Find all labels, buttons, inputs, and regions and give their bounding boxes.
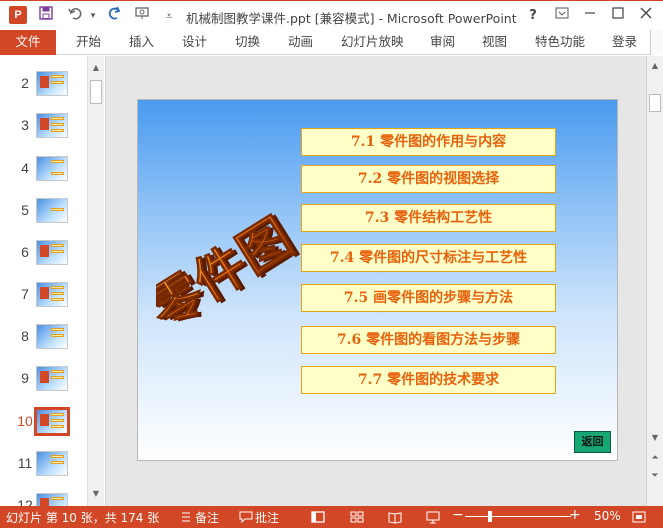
help-icon[interactable]: ? bbox=[521, 5, 545, 27]
notes-icon[interactable] bbox=[180, 510, 194, 524]
save-icon[interactable] bbox=[35, 5, 57, 27]
thumbnail-item[interactable]: 5 bbox=[0, 196, 88, 238]
chapter-link-7-7[interactable]: 7.7 零件图的技术要求 bbox=[301, 366, 556, 394]
zoom-slider-track[interactable] bbox=[465, 516, 571, 517]
ribbon-overflow[interactable] bbox=[650, 30, 663, 55]
slide-thumbnail[interactable] bbox=[36, 71, 68, 96]
thumbnail-scrollbar[interactable]: ▲ ▼ bbox=[87, 56, 104, 506]
thumbnail-number: 12 bbox=[17, 497, 33, 506]
thumbnail-item[interactable]: 2 bbox=[0, 69, 88, 111]
thumbnail-number: 3 bbox=[21, 117, 29, 133]
thumbnail-item[interactable]: 12 bbox=[0, 491, 88, 506]
scroll-up-icon[interactable]: ▲ bbox=[88, 60, 104, 76]
fit-to-window-icon[interactable] bbox=[632, 510, 646, 524]
redo-icon[interactable] bbox=[104, 5, 126, 27]
slide-thumbnail[interactable] bbox=[36, 451, 68, 476]
comments-button[interactable]: 批注 bbox=[255, 509, 279, 526]
close-icon[interactable] bbox=[634, 5, 658, 27]
scroll-up-icon[interactable]: ▲ bbox=[647, 58, 663, 74]
tab-transitions[interactable]: 切换 bbox=[235, 30, 260, 55]
slide-canvas[interactable]: 零件图 零件图 7.1 零件图的作用与内容 7.2 零件图的视图选择 7.3 零… bbox=[137, 99, 618, 461]
slide-sorter-icon[interactable] bbox=[350, 510, 364, 524]
tab-review[interactable]: 审阅 bbox=[430, 30, 455, 55]
slide-thumbnail[interactable] bbox=[36, 366, 68, 391]
slide-thumbnail[interactable] bbox=[36, 113, 68, 138]
chapter-link-7-5[interactable]: 7.5 画零件图的步骤与方法 bbox=[301, 284, 556, 312]
slide-editing-area: 零件图 零件图 7.1 零件图的作用与内容 7.2 零件图的视图选择 7.3 零… bbox=[106, 56, 646, 506]
tab-file[interactable]: 文件 bbox=[0, 30, 56, 55]
thumbnail-pane: 2 3 4 5 6 7 8 9 10 11 12 ▲ ▼ bbox=[0, 56, 106, 506]
tab-home[interactable]: 开始 bbox=[76, 30, 101, 55]
powerpoint-icon[interactable]: P bbox=[9, 6, 27, 24]
thumbnail-number: 10 bbox=[17, 413, 33, 429]
zoom-level[interactable]: 50% bbox=[594, 509, 621, 523]
thumbnail-number: 2 bbox=[21, 75, 29, 91]
slide-thumbnail[interactable] bbox=[36, 493, 68, 506]
slide-scrollbar[interactable]: ▲ ▼ ⏶ ⏷ bbox=[646, 56, 663, 506]
window-title: 机械制图教学课件.ppt [兼容模式] - Microsoft PowerPoi… bbox=[186, 11, 517, 26]
chapter-link-7-2[interactable]: 7.2 零件图的视图选择 bbox=[301, 165, 556, 193]
thumbnail-item[interactable]: 11 bbox=[0, 449, 88, 491]
scroll-down-icon[interactable]: ▼ bbox=[88, 486, 104, 502]
restore-icon[interactable] bbox=[606, 5, 630, 27]
slideshow-view-icon[interactable] bbox=[426, 510, 440, 524]
thumbnail-number: 11 bbox=[17, 455, 33, 471]
ribbon-display-icon[interactable] bbox=[550, 5, 574, 27]
thumbnail-number: 5 bbox=[21, 202, 29, 218]
previous-slide-icon[interactable]: ⏶ bbox=[647, 450, 663, 466]
tab-insert[interactable]: 插入 bbox=[129, 30, 154, 55]
back-button[interactable]: 返回 bbox=[574, 431, 611, 453]
title-bar: P ▾ ⩡ 机械制图教学课件.ppt [兼容模式] - Microsoft Po… bbox=[0, 0, 663, 30]
login-link[interactable]: 登录 bbox=[612, 30, 637, 55]
reading-view-icon[interactable] bbox=[388, 510, 402, 524]
undo-dropdown-icon[interactable]: ▾ bbox=[82, 5, 104, 27]
comments-icon[interactable] bbox=[239, 510, 253, 524]
tab-slideshow[interactable]: 幻灯片放映 bbox=[341, 30, 404, 55]
slide-thumbnail[interactable] bbox=[36, 282, 68, 307]
notes-button[interactable]: 备注 bbox=[195, 509, 219, 526]
thumbnail-item[interactable]: 7 bbox=[0, 280, 88, 322]
thumbnail-item[interactable]: 9 bbox=[0, 364, 88, 406]
chapter-link-7-1[interactable]: 7.1 零件图的作用与内容 bbox=[301, 128, 556, 156]
slide-thumbnail[interactable] bbox=[36, 324, 68, 349]
slide-thumbnail[interactable] bbox=[36, 198, 68, 223]
wordart-title[interactable]: 零件图 零件图 bbox=[156, 180, 306, 350]
chapter-link-7-4[interactable]: 7.4 零件图的尺寸标注与工艺性 bbox=[301, 244, 556, 272]
scroll-thumb[interactable] bbox=[90, 80, 102, 104]
slide-counter: 幻灯片 第 10 张，共 174 张 bbox=[6, 511, 160, 525]
thumbnail-item[interactable]: 4 bbox=[0, 154, 88, 196]
next-slide-icon[interactable]: ⏷ bbox=[647, 468, 663, 484]
minimize-icon[interactable] bbox=[578, 5, 602, 27]
slideshow-from-start-icon[interactable] bbox=[132, 5, 154, 27]
thumbnail-item[interactable]: 3 bbox=[0, 111, 88, 153]
thumbnail-item[interactable]: 6 bbox=[0, 238, 88, 280]
ribbon-tab-bar: 文件 开始 插入 设计 切换 动画 幻灯片放映 审阅 视图 特色功能 登录 bbox=[0, 30, 663, 55]
chapter-link-7-6[interactable]: 7.6 零件图的看图方法与步骤 bbox=[301, 326, 556, 354]
status-bar: 幻灯片 第 10 张，共 174 张 备注 批注 − + 50% bbox=[0, 506, 663, 528]
thumbnail-number: 8 bbox=[21, 328, 29, 344]
slide-thumbnail[interactable] bbox=[36, 156, 68, 181]
thumbnail-item[interactable]: 8 bbox=[0, 322, 88, 364]
tab-features[interactable]: 特色功能 bbox=[535, 30, 585, 55]
normal-view-icon[interactable] bbox=[311, 510, 325, 524]
zoom-slider-handle[interactable] bbox=[488, 511, 492, 522]
thumbnail-number: 9 bbox=[21, 370, 29, 386]
chapter-link-7-3[interactable]: 7.3 零件结构工艺性 bbox=[301, 204, 556, 232]
thumbnail-number: 7 bbox=[21, 286, 29, 302]
tab-view[interactable]: 视图 bbox=[482, 30, 507, 55]
thumbnail-number: 6 bbox=[21, 244, 29, 260]
scroll-thumb[interactable] bbox=[649, 94, 661, 112]
tab-animations[interactable]: 动画 bbox=[288, 30, 313, 55]
customize-qat-icon[interactable]: ⩡ bbox=[158, 5, 180, 27]
thumbnail-item-active[interactable]: 10 bbox=[0, 407, 88, 449]
slide-thumbnail[interactable] bbox=[36, 240, 68, 265]
tab-design[interactable]: 设计 bbox=[182, 30, 207, 55]
slide-thumbnail-active[interactable] bbox=[34, 407, 70, 436]
scroll-down-icon[interactable]: ▼ bbox=[647, 430, 663, 446]
thumbnail-number: 4 bbox=[21, 160, 29, 176]
zoom-in-icon[interactable]: + bbox=[569, 507, 581, 523]
zoom-out-icon[interactable]: − bbox=[452, 507, 464, 523]
